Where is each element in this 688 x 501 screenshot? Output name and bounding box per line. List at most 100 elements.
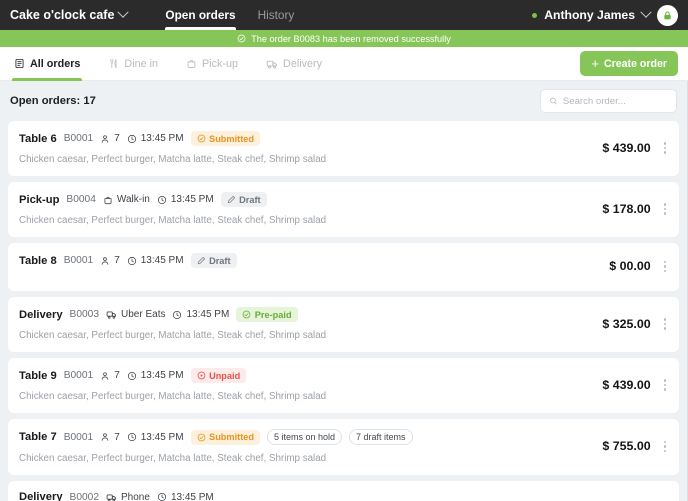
order-code: B0001 [63, 370, 94, 381]
order-more-menu-button[interactable] [662, 200, 668, 218]
order-time: 13:45 PM [127, 370, 184, 381]
order-total: $ 439.00 [602, 377, 651, 392]
search-input[interactable] [562, 95, 668, 107]
primary-nav: Open orders History [165, 0, 294, 30]
order-card-header: Table 6 B0001 7 13:45 PM Submitted [19, 131, 592, 146]
truck-icon [106, 493, 116, 501]
status-badge: Submitted [190, 131, 260, 146]
pencil-icon [197, 256, 205, 265]
tab-delivery[interactable]: Delivery [262, 47, 326, 81]
check-circle-icon [197, 433, 205, 441]
check-circle-icon [237, 34, 246, 43]
success-banner-message: The order B0083 has been removed success… [251, 33, 451, 44]
order-source-label: Walk-in [116, 194, 150, 205]
clock-icon [127, 134, 136, 143]
person-icon [101, 433, 109, 441]
order-source-label: 7 [114, 255, 120, 266]
clock-icon [127, 256, 136, 265]
order-card-right: $ 439.00 [592, 376, 668, 394]
order-title: Delivery [19, 308, 63, 321]
order-card[interactable]: Delivery B0002 Phone 13:45 PM [8, 481, 679, 501]
order-code: B0002 [69, 491, 100, 501]
order-title: Table 9 [19, 369, 57, 382]
order-card-header: Pick-up B0004 Walk-in 13:45 PM Draft [19, 192, 592, 207]
order-source: 7 [100, 255, 120, 266]
order-card[interactable]: Table 7 B0001 7 13:45 PM Submitted 5 ite… [8, 419, 679, 475]
chevron-down-icon [117, 6, 130, 18]
list-document-icon [15, 58, 24, 69]
order-card-header: Table 8 B0001 7 13:45 PM Draft [19, 253, 599, 268]
order-code: B0004 [66, 194, 96, 205]
order-flag-label: 7 draft items [356, 432, 406, 442]
order-source: 7 [100, 432, 120, 443]
plus-icon: + [591, 55, 599, 71]
person-icon [101, 134, 109, 143]
success-banner: The order B0083 has been removed success… [0, 30, 688, 47]
order-card-header: Delivery B0002 Phone 13:45 PM [19, 491, 592, 501]
order-more-menu-button[interactable] [662, 376, 668, 394]
order-flag-pill: 5 items on hold [266, 429, 343, 445]
order-more-menu-button[interactable] [662, 258, 668, 276]
order-type-tabs: All orders Dine in Pick-up Delivery [10, 47, 326, 81]
order-title: Table 8 [19, 254, 57, 267]
status-badge: Unpaid [190, 368, 247, 383]
order-card-main: Table 9 B0001 7 13:45 PM Unpaid Chicken … [19, 368, 592, 402]
order-source-label: 7 [114, 133, 120, 144]
status-badge-label: Unpaid [209, 370, 241, 381]
online-status-dot [532, 12, 538, 18]
status-badge-label: Draft [209, 255, 231, 266]
tab-dine-in[interactable]: Dine in [104, 47, 162, 81]
order-card[interactable]: Table 6 B0001 7 13:45 PM Submitted Chick… [8, 121, 679, 176]
create-order-button[interactable]: + Create order [580, 51, 678, 76]
pencil-icon [227, 195, 235, 204]
order-items: Chicken caesar, Perfect burger, Matcha l… [19, 330, 327, 341]
order-time-label: 13:45 PM [170, 491, 214, 501]
person-icon [101, 256, 109, 265]
tab-pick-up[interactable]: Pick-up [182, 47, 242, 81]
order-card-header: Delivery B0003 Uber Eats 13:45 PM Pre-pa… [19, 307, 592, 322]
lock-icon [664, 11, 671, 19]
order-card[interactable]: Delivery B0003 Uber Eats 13:45 PM Pre-pa… [8, 297, 679, 352]
order-source-label: 7 [114, 370, 120, 381]
tab-open-orders[interactable]: Open orders [165, 0, 236, 30]
order-total: $ 439.00 [602, 140, 651, 155]
order-source: 7 [100, 133, 120, 144]
brand-selector[interactable]: Cake o'clock cafe [10, 6, 130, 22]
search-box[interactable] [540, 89, 677, 113]
tab-history[interactable]: History [258, 0, 295, 30]
order-card-main: Table 7 B0001 7 13:45 PM Submitted 5 ite… [19, 429, 592, 464]
clock-icon [157, 195, 166, 204]
top-bar: Cake o'clock cafe Open orders History An… [0, 0, 688, 30]
order-more-menu-button[interactable] [662, 438, 668, 456]
order-code: B0001 [63, 133, 94, 144]
status-badge: Draft [190, 253, 237, 268]
orders-scroll-area[interactable]: Open orders: 17 Table 6 B0001 7 [0, 81, 688, 501]
status-badge-label: Draft [239, 194, 261, 205]
order-more-menu-button[interactable] [662, 315, 668, 333]
truck-icon [266, 60, 277, 69]
orders-list: Table 6 B0001 7 13:45 PM Submitted Chick… [8, 121, 679, 501]
order-card-main: Table 6 B0001 7 13:45 PM Submitted Chick… [19, 131, 592, 165]
user-name: Anthony James [544, 8, 635, 22]
order-card[interactable]: Table 8 B0001 7 13:45 PM Draft $ 00.00 [8, 243, 679, 291]
tab-history-label: History [257, 8, 295, 22]
alert-circle-icon [197, 371, 205, 380]
order-card-main: Delivery B0002 Phone 13:45 PM [19, 491, 592, 501]
status-badge: Pre-paid [236, 307, 298, 322]
order-card[interactable]: Table 9 B0001 7 13:45 PM Unpaid Chicken … [8, 358, 679, 413]
order-time: 13:45 PM [127, 255, 184, 266]
avatar[interactable] [657, 4, 678, 26]
order-title: Table 7 [19, 431, 57, 443]
status-badge: Submitted [190, 429, 260, 445]
tab-all-orders[interactable]: All orders [10, 47, 84, 81]
check-circle-icon [197, 134, 205, 143]
order-source: Phone [106, 492, 150, 501]
order-code: B0001 [63, 255, 94, 266]
order-time-label: 13:45 PM [140, 431, 184, 443]
order-card-main: Pick-up B0004 Walk-in 13:45 PM Draft Chi… [19, 192, 592, 226]
check-circle-icon [242, 310, 251, 319]
order-card[interactable]: Pick-up B0004 Walk-in 13:45 PM Draft Chi… [8, 182, 679, 237]
order-code: B0003 [69, 309, 100, 320]
chevron-down-icon[interactable] [640, 6, 652, 18]
order-more-menu-button[interactable] [662, 139, 668, 157]
